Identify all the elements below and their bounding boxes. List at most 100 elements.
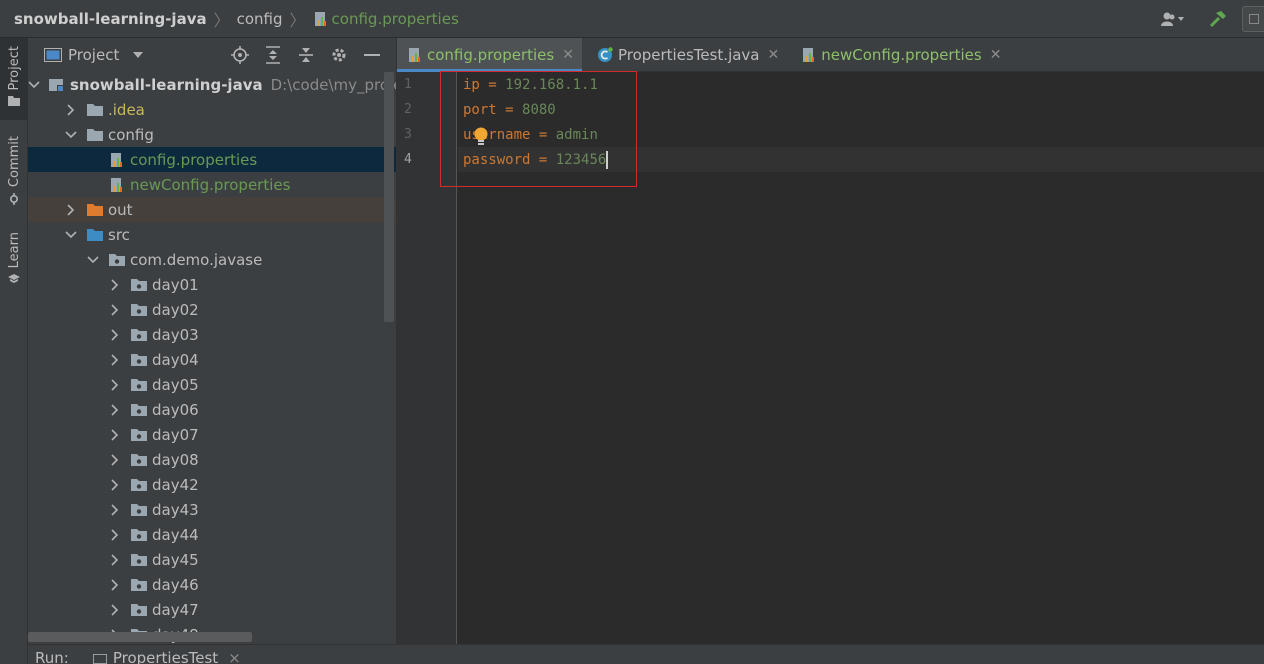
chevron-right-icon[interactable] <box>108 378 122 392</box>
tree-item-10[interactable]: day03 <box>28 322 396 347</box>
editor-tab-1[interactable]: PropertiesTest.java ✕ <box>588 38 787 72</box>
tool-window-learn[interactable]: Learn <box>0 228 28 290</box>
chevron-down-icon[interactable] <box>86 253 100 267</box>
tree-item-6[interactable]: src <box>28 222 396 247</box>
tree-item-label: day05 <box>152 375 199 394</box>
chevron-right-icon[interactable] <box>108 278 122 292</box>
chevron-right-icon[interactable] <box>108 353 122 367</box>
tree-item-17[interactable]: day43 <box>28 497 396 522</box>
chevron-right-icon[interactable] <box>108 453 122 467</box>
expand-all-icon <box>265 46 281 64</box>
run-config-selector[interactable] <box>1242 6 1264 32</box>
close-icon[interactable]: × <box>228 645 241 664</box>
folder-icon <box>86 102 104 118</box>
folder-icon <box>86 127 104 143</box>
project-view-icon <box>44 48 62 62</box>
run-tool-window-bar: Run: PropertiesTest × <box>28 644 1264 664</box>
run-config-tab[interactable]: PropertiesTest × <box>92 645 241 664</box>
package-icon <box>130 427 148 443</box>
breadcrumb-folder[interactable]: config <box>237 10 283 28</box>
tree-item-label: config <box>108 125 154 144</box>
project-panel-title: Project <box>68 46 120 64</box>
tree-vertical-scrollbar[interactable] <box>384 72 394 322</box>
collapse-all-button[interactable] <box>289 38 322 72</box>
line-number: 2 <box>404 102 412 117</box>
tree-item-20[interactable]: day46 <box>28 572 396 597</box>
tree-item-0[interactable]: snowball-learning-java D:\code\my_proje <box>28 72 397 97</box>
user-account-icon[interactable] <box>1160 11 1186 27</box>
properties-file-icon <box>108 177 126 193</box>
tool-window-strip: Project Commit Learn <box>0 38 28 664</box>
tool-window-project[interactable]: Project <box>0 38 28 120</box>
tree-item-label: day04 <box>152 350 199 369</box>
tree-item-7[interactable]: com.demo.javase <box>28 247 396 272</box>
tree-item-15[interactable]: day08 <box>28 447 396 472</box>
chevron-right-icon[interactable] <box>108 578 122 592</box>
build-hammer-icon[interactable] <box>1208 10 1228 28</box>
settings-button[interactable] <box>322 38 355 72</box>
tree-horizontal-scrollbar[interactable] <box>28 632 252 642</box>
tree-item-11[interactable]: day04 <box>28 347 396 372</box>
expand-all-button[interactable] <box>256 38 289 72</box>
tree-item-label: day42 <box>152 475 199 494</box>
lightbulb-icon[interactable] <box>472 127 490 147</box>
chevron-down-icon <box>133 52 144 58</box>
chevron-right-icon[interactable] <box>108 503 122 517</box>
chevron-down-icon[interactable] <box>64 228 78 242</box>
properties-file-icon <box>801 47 817 63</box>
tree-item-16[interactable]: day42 <box>28 472 396 497</box>
editor-tab-2[interactable]: newConfig.properties ✕ <box>793 38 1009 72</box>
tree-item-4[interactable]: newConfig.properties <box>28 172 396 197</box>
close-icon[interactable]: ✕ <box>768 47 780 63</box>
editor-tab-0[interactable]: config.properties ✕ <box>397 38 582 72</box>
editor-tab-label: newConfig.properties <box>821 46 982 64</box>
tree-item-2[interactable]: config <box>28 122 396 147</box>
collapse-all-icon <box>298 46 314 64</box>
close-icon[interactable]: ✕ <box>562 47 574 63</box>
chevron-right-icon[interactable] <box>108 603 122 617</box>
locate-file-button[interactable] <box>223 38 256 72</box>
tool-window-learn-label: Learn <box>6 232 22 269</box>
tree-item-12[interactable]: day05 <box>28 372 396 397</box>
chevron-right-icon[interactable] <box>108 328 122 342</box>
tool-window-commit[interactable]: Commit <box>0 130 28 212</box>
tree-item-label: day43 <box>152 500 199 519</box>
tree-item-14[interactable]: day07 <box>28 422 396 447</box>
chevron-right-icon[interactable] <box>108 528 122 542</box>
package-icon <box>130 402 148 418</box>
tree-item-3[interactable]: config.properties <box>28 147 396 172</box>
chevron-right-icon[interactable] <box>108 403 122 417</box>
chevron-down-icon[interactable] <box>64 128 78 142</box>
commit-icon <box>8 193 20 206</box>
window-icon <box>1249 14 1259 24</box>
chevron-right-icon[interactable] <box>64 203 78 217</box>
close-icon[interactable]: ✕ <box>990 47 1002 63</box>
chevron-right-icon[interactable] <box>64 103 78 117</box>
tree-item-8[interactable]: day01 <box>28 272 396 297</box>
breadcrumb-separator: 〉 <box>213 10 230 30</box>
chevron-right-icon[interactable] <box>108 428 122 442</box>
tree-item-21[interactable]: day47 <box>28 597 396 622</box>
chevron-right-icon[interactable] <box>108 478 122 492</box>
breadcrumb-project[interactable]: snowball-learning-java <box>14 10 207 28</box>
minimize-icon <box>363 53 380 57</box>
chevron-right-icon[interactable] <box>108 553 122 567</box>
chevron-down-icon[interactable] <box>28 78 40 92</box>
module-path-hint: D:\code\my_proje <box>270 75 397 94</box>
tree-item-18[interactable]: day44 <box>28 522 396 547</box>
tree-item-13[interactable]: day06 <box>28 397 396 422</box>
tree-item-label: day06 <box>152 400 199 419</box>
tree-item-label: src <box>108 225 130 244</box>
tree-item-1[interactable]: .idea <box>28 97 396 122</box>
project-view-selector[interactable]: Project <box>44 46 144 64</box>
chevron-right-icon[interactable] <box>108 303 122 317</box>
editor-tabs: config.properties ✕ PropertiesTest.java ✕ ne… <box>397 38 1264 72</box>
tree-item-5[interactable]: out <box>28 197 396 222</box>
module-icon <box>48 77 66 93</box>
hide-panel-button[interactable] <box>355 38 388 72</box>
tree-item-19[interactable]: day45 <box>28 547 396 572</box>
breadcrumb-file[interactable]: config.properties <box>332 10 459 28</box>
tree-item-9[interactable]: day02 <box>28 297 396 322</box>
tree-item-label: day02 <box>152 300 199 319</box>
editor-tab-label: PropertiesTest.java <box>617 46 760 64</box>
